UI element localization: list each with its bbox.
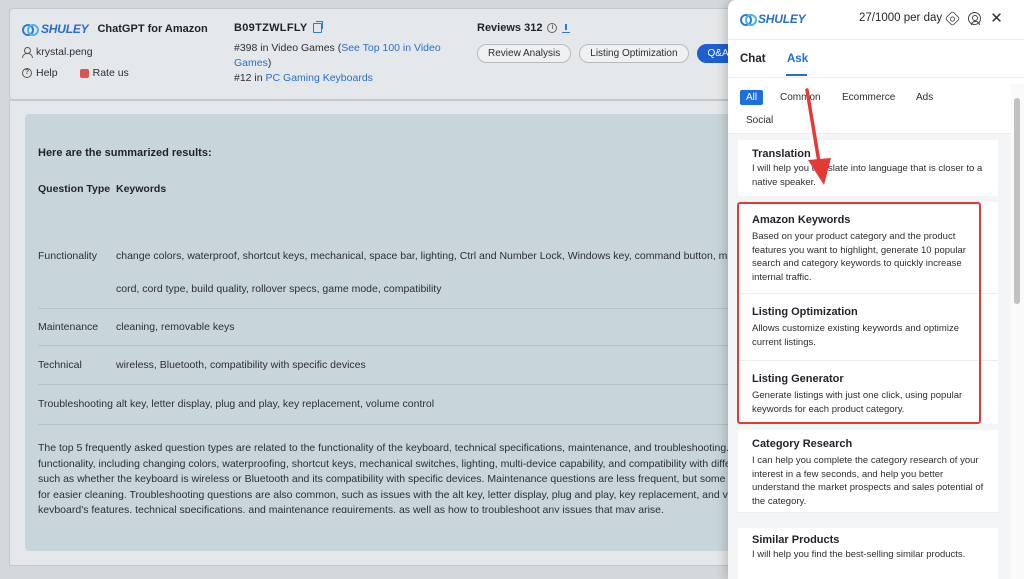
usage-counter: 27/1000 per day: [859, 12, 943, 24]
row-divider: [38, 308, 758, 309]
card-title: Category Research: [752, 438, 853, 450]
card-description: I can help you complete the category res…: [752, 455, 984, 507]
row-divider: [38, 424, 758, 425]
scrollbar-thumb[interactable]: [1014, 98, 1020, 304]
rank-2-text: #12 in: [234, 72, 266, 84]
rate-us-link[interactable]: Rate us: [93, 67, 129, 79]
panel-logo: SHULEY: [740, 12, 806, 26]
highlighted-card-group: Amazon Keywords Based on your product ca…: [738, 202, 998, 513]
rate-icon[interactable]: [79, 68, 89, 78]
column-header-keywords: Keywords: [116, 183, 167, 195]
user-info: krystal.peng: [22, 46, 93, 58]
prompt-card-listing-optimization[interactable]: Listing Optimization Allows customize ex…: [738, 294, 998, 361]
assistant-panel: SHULEY 27/1000 per day ✕ Chat Ask All Co…: [728, 0, 1024, 579]
row-divider: [38, 384, 758, 385]
help-link[interactable]: Help: [36, 67, 58, 79]
card-title: Amazon Keywords: [752, 214, 851, 226]
settings-icon[interactable]: [944, 10, 961, 27]
help-links: ? Help Rate us: [22, 67, 129, 79]
card-description: I will help you find the best-selling si…: [752, 549, 966, 560]
asin-code: B09TZWLFLY: [234, 22, 308, 34]
row-type-troubleshooting: Troubleshooting: [38, 398, 113, 410]
rank-1-suffix: ): [267, 57, 272, 69]
card-description: Generate listings with just one click, u…: [752, 390, 963, 415]
panel-header: SHULEY 27/1000 per day ✕: [728, 0, 1024, 40]
reviews-title: Reviews 312: [477, 22, 543, 34]
product-header: SHULEY ChatGPT for Amazon krystal.peng ?…: [9, 8, 769, 100]
filter-common[interactable]: Common: [774, 90, 827, 105]
prompt-card-category-research[interactable]: Category Research I can help you complet…: [738, 430, 998, 513]
row-divider: [38, 345, 758, 346]
panel-tabs: Chat Ask: [728, 40, 1024, 78]
shuley-logo-icon: [22, 24, 39, 36]
user-icon: [22, 47, 33, 58]
account-icon[interactable]: [968, 12, 981, 25]
prompt-card-translation[interactable]: Translation I will help you translate in…: [738, 140, 998, 196]
app-name: ChatGPT for Amazon: [97, 23, 208, 35]
help-icon[interactable]: ?: [22, 68, 32, 78]
brand: SHULEY ChatGPT for Amazon: [22, 22, 208, 36]
rank-info: #398 in Video Games (See Top 100 in Vide…: [234, 41, 454, 86]
tab-ask[interactable]: Ask: [787, 53, 808, 65]
filter-all[interactable]: All: [740, 90, 764, 105]
summary-paragraph: The top 5 frequently asked question type…: [38, 442, 751, 513]
row-keywords-maintenance: cleaning, removable keys: [116, 321, 235, 333]
row-type-functionality: Functionality: [38, 250, 97, 262]
results-card: Here are the summarized results: Questio…: [9, 100, 769, 566]
filter-social[interactable]: Social: [740, 113, 779, 128]
close-icon[interactable]: ✕: [990, 11, 1003, 26]
info-icon[interactable]: i: [547, 23, 558, 33]
active-tab-indicator: [786, 74, 807, 76]
panel-logo-text: SHULEY: [758, 12, 806, 26]
row-type-technical: Technical: [38, 359, 82, 371]
row-keywords-troubleshooting: alt key, letter display, plug and play, …: [116, 398, 435, 410]
review-analysis-pill[interactable]: Review Analysis: [477, 44, 572, 63]
download-icon[interactable]: [562, 23, 571, 33]
prompt-list: All Common Ecommerce Ads Social Translat…: [728, 84, 1011, 579]
shuley-logo-icon: [740, 14, 757, 26]
prompt-card-listing-generator[interactable]: Listing Generator Generate listings with…: [738, 361, 998, 430]
tab-chat[interactable]: Chat: [740, 53, 766, 65]
column-header-question-type: Question Type: [38, 183, 111, 195]
copy-icon[interactable]: [312, 21, 323, 33]
filter-ads[interactable]: Ads: [910, 90, 939, 105]
card-title: Similar Products: [752, 534, 840, 546]
filter-ecommerce[interactable]: Ecommerce: [836, 90, 901, 105]
row-keywords-functionality-cont: cord, cord type, build quality, rollover…: [116, 283, 442, 295]
rank-1-text: #398 in Video Games (: [234, 42, 342, 54]
card-title: Listing Optimization: [752, 306, 858, 318]
prompt-card-amazon-keywords[interactable]: Amazon Keywords Based on your product ca…: [738, 202, 998, 294]
row-type-maintenance: Maintenance: [38, 321, 99, 333]
card-title: Translation: [752, 148, 811, 160]
row-keywords-technical: wireless, Bluetooth, compatibility with …: [116, 359, 366, 371]
prompt-card-similar-products[interactable]: Similar Products I will help you find th…: [738, 528, 998, 579]
username: krystal.peng: [36, 46, 93, 58]
card-description: Based on your product category and the p…: [752, 231, 966, 283]
result-heading: Here are the summarized results:: [38, 147, 212, 159]
card-description: I will help you translate into language …: [752, 163, 983, 188]
row-keywords-functionality: change colors, waterproof, shortcut keys…: [116, 250, 741, 262]
card-description: Allows customize existing keywords and o…: [752, 323, 959, 348]
listing-optimization-pill[interactable]: Listing Optimization: [579, 44, 689, 63]
category-link[interactable]: PC Gaming Keyboards: [266, 72, 373, 84]
card-title: Listing Generator: [752, 373, 844, 385]
asin-column: B09TZWLFLY #398 in Video Games (See Top …: [234, 21, 454, 86]
category-filters: All Common Ecommerce Ads Social: [728, 84, 1011, 134]
result-box: Here are the summarized results: Questio…: [25, 114, 765, 551]
brand-logo-text: SHULEY: [41, 22, 89, 36]
